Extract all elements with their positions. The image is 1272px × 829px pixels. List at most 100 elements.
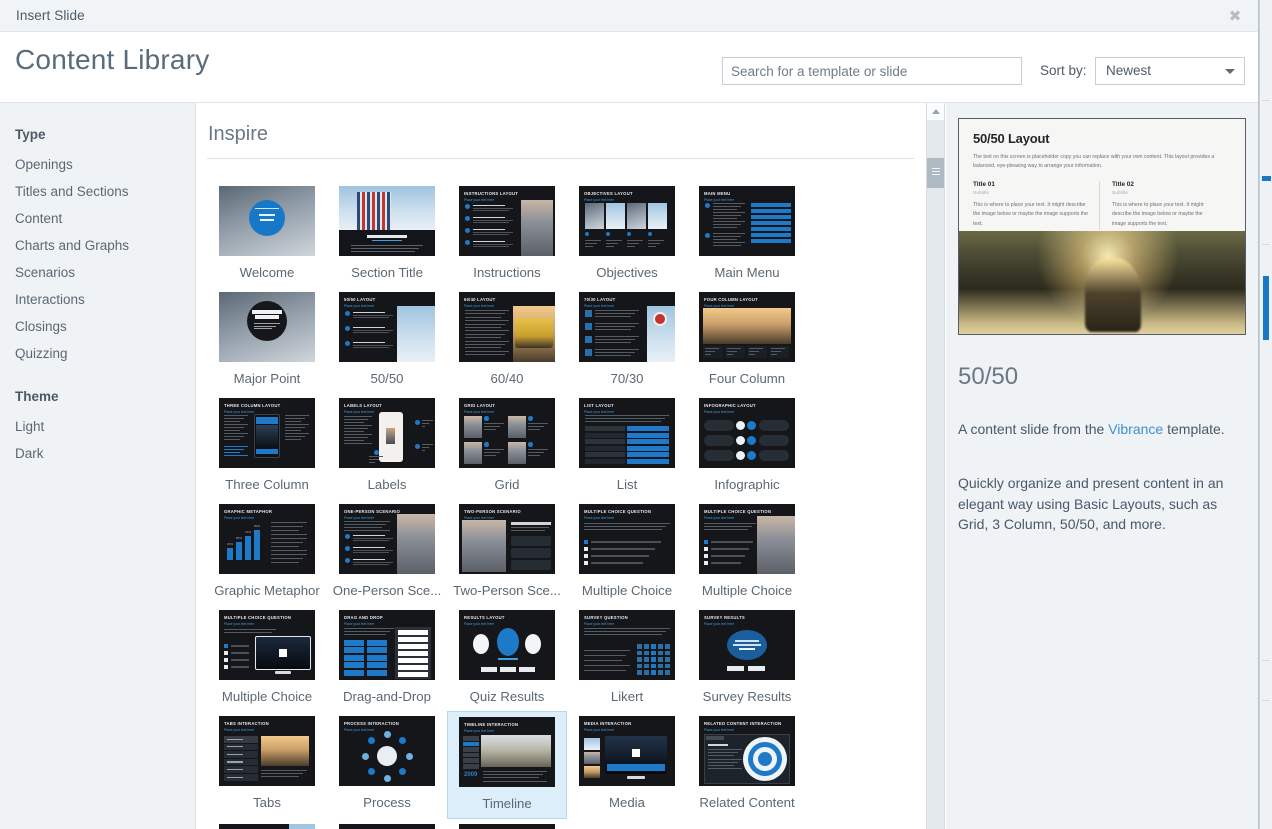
sidebar-item-content[interactable]: Content (0, 205, 195, 232)
sort-by-select[interactable]: Newest (1095, 57, 1245, 85)
sidebar-item-closings[interactable]: Closings (0, 313, 195, 340)
template-card-wrapper: GRAPHIC METAPHOR Place your text here 30% 5… (207, 499, 327, 605)
template-label: Main Menu (714, 265, 780, 280)
template-label: 60/40 (490, 371, 524, 386)
template-card-section-title[interactable]: Section Title (327, 181, 447, 287)
template-card-wrapper: MULTIPLE CHOICE QUESTION Place your text … (567, 499, 687, 605)
template-card-wrapper: 70/30 LAYOUT Place your text here 70/30 (567, 287, 687, 393)
preview-description: Quickly organize and present content in … (958, 475, 1224, 533)
content-library-header: Content Library Sort by: Newest (0, 32, 1258, 102)
template-grid-panel: Inspire Welcome Section Title INSTRUCTIONS… (197, 103, 926, 829)
template-card-survey-results[interactable]: SURVEY RESULTS Place your text here Survey… (687, 605, 807, 711)
template-card-multiple-choice[interactable]: MULTIPLE CHOICE QUESTION Place your text … (567, 499, 687, 605)
template-card-wrapper: Welcome (207, 181, 327, 287)
template-thumbnail: FOUR COLUMN LAYOUT Place your text here (699, 292, 795, 362)
template-card-70-30[interactable]: 70/30 LAYOUT Place your text here 70/30 (567, 287, 687, 393)
template-thumbnail (219, 292, 315, 362)
template-card-quiz-results[interactable]: RESULTS LAYOUT Place your text here Quiz R… (447, 605, 567, 711)
template-card-wrapper: SURVEY RESULTS Place your text here Survey… (687, 605, 807, 711)
preview-column-2: Title 02 Subtitle This is where to place… (1099, 180, 1217, 230)
template-label: Labels (367, 477, 407, 492)
template-card-likert[interactable]: SURVEY QUESTION Place your text here Liker… (567, 605, 687, 711)
template-card-grid[interactable]: GRID LAYOUT Place your text here Grid (447, 393, 567, 499)
template-card-welcome[interactable]: Welcome (207, 181, 327, 287)
template-card-main-menu[interactable]: MAIN MENU Place your text here Main Menu (687, 181, 807, 287)
dialog-body: Type Openings Titles and Sections Content Ch… (0, 102, 1258, 829)
scrollbar-thumb[interactable] (927, 158, 944, 188)
sidebar-item-charts-and-graphs[interactable]: Charts and Graphs (0, 232, 195, 259)
preview-template-link[interactable]: Vibrance (1108, 421, 1163, 437)
template-card-wrapper: LABELS LAYOUT Place your text here Labels (327, 393, 447, 499)
template-thumbnail: OBJECTIVES LAYOUT Place your text here (579, 186, 675, 256)
dialog-title: Insert Slide (16, 8, 85, 23)
template-card-multiple-choice[interactable]: MULTIPLE CHOICE QUESTION Place your text … (207, 605, 327, 711)
template-label: Welcome (239, 265, 295, 280)
sidebar-item-interactions[interactable]: Interactions (0, 286, 195, 313)
template-card-summary[interactable]: SUMMARY LAYOUTPlace your text hereSummar… (207, 819, 327, 829)
search-input[interactable] (722, 57, 1022, 85)
template-thumbnail: INSTRUCTIONS LAYOUT Place your text here (459, 186, 555, 256)
template-thumbnail: GRID LAYOUT Place your text here (459, 398, 555, 468)
template-card-graphic-metaphor[interactable]: GRAPHIC METAPHOR Place your text here 30% 5… (207, 499, 327, 605)
template-label: Multiple Choice (701, 583, 793, 598)
preview-col2-title: Title 02 (1112, 180, 1134, 188)
sidebar-group-spacer (0, 367, 195, 385)
template-card-major-point[interactable]: Major Point (207, 287, 327, 393)
triangle-up-icon[interactable] (927, 103, 944, 120)
template-card-wrapper: MULTIPLE CHOICE QUESTION Place your text … (207, 605, 327, 711)
template-label: Infographic (714, 477, 780, 492)
template-card-timeline[interactable]: TIMELINE INTERACTION Place your text here… (447, 711, 567, 819)
sidebar-item-quizzing[interactable]: Quizzing (0, 340, 195, 367)
template-thumbnail: TWO-PERSON SCENARIO Place your text here (459, 504, 555, 574)
template-card-60-40[interactable]: 60/40 LAYOUT Place your text here 60/40 (447, 287, 567, 393)
template-card-four-column[interactable]: FOUR COLUMN LAYOUT Place your text here Fo… (687, 287, 807, 393)
bg-accent-mark-1 (1262, 176, 1271, 181)
template-card-objectives[interactable]: OBJECTIVES LAYOUT Place your text here Obj… (567, 181, 687, 287)
template-thumbnail: MEDIA INTERACTION Place your text here (579, 716, 675, 786)
template-card-drag-and-drop[interactable]: DRAG AND DROP Place your text here Drag-an… (327, 605, 447, 711)
template-thumbnail: 70/30 LAYOUT Place your text here (579, 292, 675, 362)
template-card-wrapper: MULTIPLE CHOICE QUESTION Place your text … (687, 499, 807, 605)
template-card-contact[interactable]: CONTACT LAYOUTPlace your text hereContac… (327, 819, 447, 829)
template-card-media[interactable]: MEDIA INTERACTION Place your text here Med… (567, 711, 687, 817)
template-card-wrapper: ONE-PERSON SCENARIO Place your text here O… (327, 499, 447, 605)
sort-by-value: Newest (1106, 63, 1152, 78)
template-card-wrapper: CONTACT LAYOUTPlace your text hereContac… (327, 819, 447, 829)
template-card-50-50[interactable]: 50/50 LAYOUT Place your text here 50/50 (327, 287, 447, 393)
bg-divider-3 (1262, 660, 1270, 661)
template-card-three-column[interactable]: THREE COLUMN LAYOUT Place your text here T… (207, 393, 327, 499)
template-card-exit[interactable]: EXIT LAYOUTPlace your text hereExit (447, 819, 567, 829)
template-card-process[interactable]: PROCESS INTERACTION Place your text here P… (327, 711, 447, 817)
template-card-tabs[interactable]: TABS INTERACTION Place your text here Tabs (207, 711, 327, 817)
grip-lines-icon (932, 168, 940, 177)
close-icon[interactable]: ✖ (1222, 4, 1248, 28)
template-thumbnail: 50/50 LAYOUT Place your text here (339, 292, 435, 362)
template-card-instructions[interactable]: INSTRUCTIONS LAYOUT Place your text here I… (447, 181, 567, 287)
sidebar-item-scenarios[interactable]: Scenarios (0, 259, 195, 286)
template-label: Media (609, 795, 645, 810)
template-thumbnail: PROCESS INTERACTION Place your text here (339, 716, 435, 786)
template-label: Instructions (473, 265, 541, 280)
template-label: Grid (494, 477, 520, 492)
template-card-one-person-sce[interactable]: ONE-PERSON SCENARIO Place your text here O… (327, 499, 447, 605)
template-card-two-person-sce[interactable]: TWO-PERSON SCENARIO Place your text here T… (447, 499, 567, 605)
template-card-wrapper: Major Point (207, 287, 327, 393)
template-card-wrapper: MEDIA INTERACTION Place your text here Med… (567, 711, 687, 819)
sidebar-group-heading-theme: Theme (15, 389, 59, 404)
template-card-wrapper: TWO-PERSON SCENARIO Place your text here T… (447, 499, 567, 605)
template-card-labels[interactable]: LABELS LAYOUT Place your text here Labels (327, 393, 447, 499)
template-card-multiple-choice[interactable]: MULTIPLE CHOICE QUESTION Place your text … (687, 499, 807, 605)
template-card-wrapper: SURVEY QUESTION Place your text here Liker… (567, 605, 687, 711)
sidebar-item-openings[interactable]: Openings (0, 151, 195, 178)
bg-divider-4 (1262, 700, 1270, 701)
sidebar-item-light[interactable]: Light (0, 413, 195, 440)
grid-vertical-scrollbar[interactable] (926, 103, 945, 829)
template-label: Three Column (225, 477, 309, 492)
sidebar-item-dark[interactable]: Dark (0, 440, 195, 467)
template-card-infographic[interactable]: INFOGRAPHIC LAYOUT Place your text here In… (687, 393, 807, 499)
template-card-list[interactable]: LIST LAYOUT Place your text here List (567, 393, 687, 499)
template-label: Tabs (253, 795, 281, 810)
sidebar-item-titles-and-sections[interactable]: Titles and Sections (0, 178, 195, 205)
template-card-related-content[interactable]: RELATED CONTENT INTERACTION Place your te… (687, 711, 807, 817)
template-thumbnail: MULTIPLE CHOICE QUESTION Place your text … (579, 504, 675, 574)
